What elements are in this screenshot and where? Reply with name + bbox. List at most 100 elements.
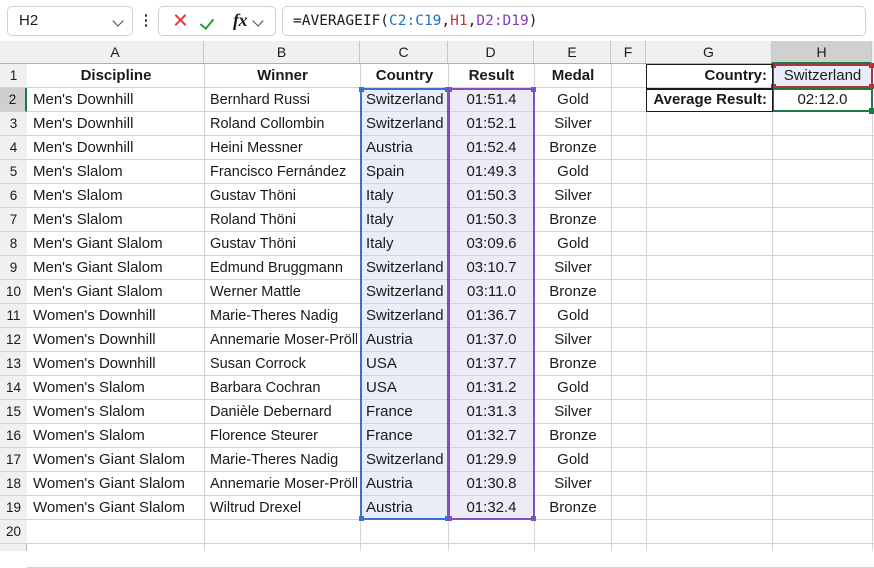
cell-winner[interactable]: Roland Collombin: [205, 112, 360, 135]
fx-icon[interactable]: fx: [226, 8, 254, 34]
cell-country[interactable]: Switzerland: [361, 256, 448, 279]
cell-medal[interactable]: Gold: [535, 88, 611, 111]
more-options-icon[interactable]: [137, 6, 155, 36]
cell-country[interactable]: USA: [361, 376, 448, 399]
cell-winner[interactable]: Susan Corrock: [205, 352, 360, 375]
cell-result[interactable]: 03:11.0: [449, 280, 534, 303]
cell-winner[interactable]: Wiltrud Drexel: [205, 496, 360, 519]
column-header-g[interactable]: G: [646, 41, 772, 63]
cell-medal[interactable]: Silver: [535, 256, 611, 279]
column-header-c[interactable]: C: [360, 41, 448, 63]
cell-result[interactable]: 01:36.7: [449, 304, 534, 327]
column-header-d[interactable]: D: [448, 41, 534, 63]
cell-medal[interactable]: Bronze: [535, 208, 611, 231]
cell-medal[interactable]: Gold: [535, 376, 611, 399]
row-header-2[interactable]: 2: [0, 88, 27, 112]
cell-result[interactable]: 01:49.3: [449, 160, 534, 183]
cell-country[interactable]: Austria: [361, 328, 448, 351]
criteria-country-value[interactable]: Switzerland: [773, 64, 872, 87]
cell-result[interactable]: 01:30.8: [449, 472, 534, 495]
cell-medal[interactable]: Bronze: [535, 424, 611, 447]
cell-medal[interactable]: Gold: [535, 160, 611, 183]
cell-discipline[interactable]: Men's Slalom: [28, 208, 204, 231]
cell-result[interactable]: 01:51.4: [449, 88, 534, 111]
row-header-4[interactable]: 4: [0, 136, 27, 160]
cell-discipline[interactable]: Men's Giant Slalom: [28, 280, 204, 303]
cell-country[interactable]: France: [361, 424, 448, 447]
label-average-result[interactable]: Average Result:: [647, 88, 772, 111]
column-header-b[interactable]: B: [204, 41, 360, 63]
column-header-f[interactable]: F: [611, 41, 646, 63]
cell-medal[interactable]: Bronze: [535, 352, 611, 375]
cell-country[interactable]: Austria: [361, 472, 448, 495]
cell-winner[interactable]: Heini Messner: [205, 136, 360, 159]
cell-country[interactable]: Italy: [361, 208, 448, 231]
label-country[interactable]: Country:: [647, 64, 772, 87]
cell-result[interactable]: 01:52.4: [449, 136, 534, 159]
accept-check-icon[interactable]: [196, 8, 224, 34]
cell-medal[interactable]: Gold: [535, 304, 611, 327]
row-header-17[interactable]: 17: [0, 448, 27, 472]
row-header-19[interactable]: 19: [0, 496, 27, 520]
table-header-c[interactable]: Country: [361, 64, 448, 87]
cell-result[interactable]: 01:29.9: [449, 448, 534, 471]
cell-medal[interactable]: Bronze: [535, 280, 611, 303]
cell-country[interactable]: Switzerland: [361, 448, 448, 471]
row-header-7[interactable]: 7: [0, 208, 27, 232]
cell-winner[interactable]: Gustav Thöni: [205, 184, 360, 207]
column-header-e[interactable]: E: [534, 41, 611, 63]
cell-discipline[interactable]: Women's Giant Slalom: [28, 496, 204, 519]
cell-medal[interactable]: Silver: [535, 184, 611, 207]
row-header-5[interactable]: 5: [0, 160, 27, 184]
cell-country[interactable]: France: [361, 400, 448, 423]
cell-result[interactable]: 01:37.7: [449, 352, 534, 375]
cell-winner[interactable]: Marie-Theres Nadig: [205, 304, 360, 327]
cell-country[interactable]: Spain: [361, 160, 448, 183]
cell-result[interactable]: 01:50.3: [449, 208, 534, 231]
cell-result[interactable]: 01:31.2: [449, 376, 534, 399]
cell-result[interactable]: 03:10.7: [449, 256, 534, 279]
chevron-down-icon[interactable]: [114, 17, 125, 24]
cell-result[interactable]: 03:09.6: [449, 232, 534, 255]
cell-winner[interactable]: Annemarie Moser-Pröll: [205, 472, 360, 495]
cell-country[interactable]: Italy: [361, 232, 448, 255]
cell-discipline[interactable]: Men's Slalom: [28, 184, 204, 207]
cell-winner[interactable]: Florence Steurer: [205, 424, 360, 447]
cell-discipline[interactable]: Women's Slalom: [28, 424, 204, 447]
cell-discipline[interactable]: Women's Slalom: [28, 376, 204, 399]
formula-input[interactable]: =AVERAGEIF(C2:C19,H1,D2:D19): [282, 6, 866, 36]
cell-result[interactable]: 01:31.3: [449, 400, 534, 423]
cell-winner[interactable]: Roland Thöni: [205, 208, 360, 231]
column-header-h[interactable]: H: [772, 41, 872, 64]
row-header-6[interactable]: 6: [0, 184, 27, 208]
cell-country[interactable]: USA: [361, 352, 448, 375]
row-header-8[interactable]: 8: [0, 232, 27, 256]
cell-winner[interactable]: Edmund Bruggmann: [205, 256, 360, 279]
row-header-3[interactable]: 3: [0, 112, 27, 136]
cell-result[interactable]: 01:50.3: [449, 184, 534, 207]
cell-country[interactable]: Austria: [361, 136, 448, 159]
row-header-20[interactable]: 20: [0, 520, 27, 544]
cell-country[interactable]: Switzerland: [361, 88, 448, 111]
column-header-a[interactable]: A: [27, 41, 204, 63]
table-header-a[interactable]: Discipline: [28, 64, 204, 87]
row-header-13[interactable]: 13: [0, 352, 27, 376]
cell-country[interactable]: Switzerland: [361, 304, 448, 327]
cell-country[interactable]: Switzerland: [361, 112, 448, 135]
cell-result[interactable]: 01:37.0: [449, 328, 534, 351]
cell-winner[interactable]: Bernhard Russi: [205, 88, 360, 111]
spreadsheet-grid[interactable]: ABCDEFGH 1234567891011121314151617181920…: [0, 41, 874, 551]
cell-medal[interactable]: Bronze: [535, 136, 611, 159]
row-header-14[interactable]: 14: [0, 376, 27, 400]
cell-winner[interactable]: Werner Mattle: [205, 280, 360, 303]
cell-result[interactable]: 01:52.1: [449, 112, 534, 135]
name-box[interactable]: H2: [7, 6, 133, 36]
cell-discipline[interactable]: Men's Giant Slalom: [28, 232, 204, 255]
cell-country[interactable]: Switzerland: [361, 280, 448, 303]
cell-winner[interactable]: Barbara Cochran: [205, 376, 360, 399]
cell-result[interactable]: 01:32.4: [449, 496, 534, 519]
cell-medal[interactable]: Silver: [535, 472, 611, 495]
cell-winner[interactable]: Annemarie Moser-Pröll: [205, 328, 360, 351]
cell-medal[interactable]: Gold: [535, 448, 611, 471]
cell-result[interactable]: 01:32.7: [449, 424, 534, 447]
